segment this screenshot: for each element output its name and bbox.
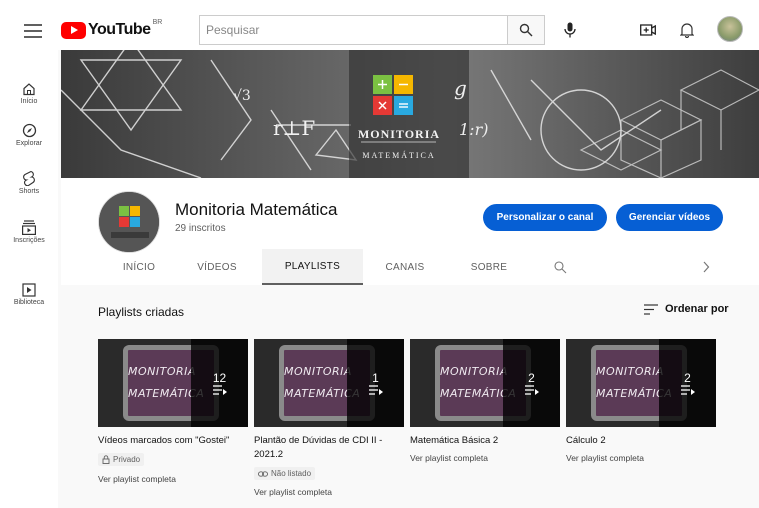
view-full-playlist-link[interactable]: Ver playlist completa [566, 453, 716, 463]
video-count: 12 [212, 371, 227, 385]
video-count: 1 [372, 371, 379, 385]
playlist-icon [212, 385, 227, 395]
thumbnail-text: MONITORIA [596, 365, 664, 378]
badge-label: Não listado [271, 469, 312, 478]
playlist-thumbnail[interactable]: MONITORIA MATEMÁTICA 2 [410, 339, 560, 427]
channel-avatar[interactable] [98, 191, 160, 253]
banner-math-4: 1:r) [459, 120, 488, 139]
privacy-badge: Privado [98, 453, 145, 466]
sidebar-item-label: Inscrições [13, 237, 45, 244]
banner-math-2: r⊥F [273, 116, 315, 140]
sort-icon [644, 303, 658, 315]
playlist-thumbnail[interactable]: MONITORIA MATEMÁTICA 1 [254, 339, 404, 427]
manage-videos-button[interactable]: Gerenciar vídeos [616, 204, 723, 231]
search-input[interactable]: Pesquisar [199, 15, 508, 45]
sidebar-item-home[interactable]: Início [0, 82, 58, 105]
tab-channels[interactable]: CANAIS [375, 249, 435, 285]
create-video-icon[interactable] [638, 20, 658, 40]
top-bar: YouTube BR Pesquisar [0, 0, 759, 50]
playlist-title[interactable]: Matemática Básica 2 [410, 434, 560, 448]
library-icon [22, 283, 36, 297]
home-icon [23, 83, 35, 96]
channel-header: Monitoria Matemática 29 inscritos Person… [61, 178, 759, 285]
sidebar-item-subscriptions[interactable]: Inscrições [0, 220, 58, 244]
playlist-icon [680, 385, 695, 395]
view-full-playlist-link[interactable]: Ver playlist completa [254, 487, 404, 497]
playlist-count-overlay: 1 [347, 339, 404, 427]
link-icon [258, 470, 268, 477]
playlist-count-overlay: 2 [503, 339, 560, 427]
thumbnail-text: MONITORIA [128, 365, 196, 378]
playlist-title[interactable]: Plantão de Dúvidas de CDI II - 2021.2 [254, 434, 404, 462]
country-code: BR [152, 18, 163, 26]
search-icon [519, 23, 533, 37]
logo-text: YouTube [88, 21, 151, 38]
playlist-title[interactable]: Vídeos marcados com "Gostei" [98, 434, 248, 448]
playlist-count-overlay: 12 [191, 339, 248, 427]
thumbnail-text: MONITORIA [284, 365, 352, 378]
tab-about[interactable]: SOBRE [459, 249, 519, 285]
subscriptions-icon [22, 220, 36, 235]
sidebar-item-explore[interactable]: Explorar [0, 123, 58, 147]
playlist-count-overlay: 2 [659, 339, 716, 427]
youtube-logo[interactable]: YouTube BR [61, 19, 162, 41]
sort-button[interactable]: Ordenar por [644, 303, 729, 315]
playlist-card[interactable]: MONITORIA MATEMÁTICA 12 Vídeos marcados … [98, 339, 248, 484]
playlist-thumbnail[interactable]: MONITORIA MATEMÁTICA 12 [98, 339, 248, 427]
sidebar-item-library[interactable]: Biblioteca [0, 283, 58, 306]
channel-logo-icon [99, 192, 159, 252]
playlist-card[interactable]: MONITORIA MATEMÁTICA 2 Matemática Básica… [410, 339, 560, 463]
sidebar-item-label: Início [20, 98, 38, 105]
playlist-title[interactable]: Cálculo 2 [566, 434, 716, 448]
search-button[interactable] [508, 15, 545, 45]
play-icon [61, 21, 86, 39]
banner-brand: MONITORIA [358, 127, 440, 141]
video-count: 2 [528, 371, 535, 385]
tab-home[interactable]: INÍCIO [109, 249, 169, 285]
video-count: 2 [684, 371, 691, 385]
badge-label: Privado [113, 455, 141, 464]
sidebar-item-label: Shorts [18, 188, 40, 195]
playlist-thumbnail[interactable]: MONITORIA MATEMÁTICA 2 [566, 339, 716, 427]
menu-icon[interactable] [24, 24, 42, 38]
thumbnail-text: MONITORIA [440, 365, 508, 378]
sort-label: Ordenar por [665, 303, 729, 315]
playlist-card[interactable]: MONITORIA MATEMÁTICA 1 Plantão de Dúvida… [254, 339, 404, 497]
chevron-right-icon[interactable] [691, 249, 721, 285]
bell-icon[interactable] [677, 20, 697, 40]
account-avatar[interactable] [717, 16, 743, 42]
customize-channel-button[interactable]: Personalizar o canal [483, 204, 607, 231]
sidebar: Início Explorar Shorts Inscrições Biblio… [0, 50, 58, 508]
section-title: Playlists criadas [98, 305, 185, 319]
channel-banner: MONITORIA MATEMÁTICA √3 r⊥F g 1:r) [61, 50, 759, 178]
channel-tabs: INÍCIO VÍDEOS PLAYLISTS CANAIS SOBRE [61, 249, 759, 285]
tab-videos[interactable]: VÍDEOS [187, 249, 247, 285]
sidebar-item-label: Explorar [15, 140, 43, 147]
tab-playlists[interactable]: PLAYLISTS [262, 249, 363, 285]
banner-brand-sub: MATEMÁTICA [362, 150, 435, 160]
view-full-playlist-link[interactable]: Ver playlist completa [98, 474, 248, 484]
youtube-channel-page: YouTube BR Pesquisar Início Explorar Sho… [0, 0, 759, 508]
subscriber-count: 29 inscritos [175, 223, 226, 234]
banner-artwork: MONITORIA MATEMÁTICA √3 r⊥F g 1:r) [61, 50, 759, 178]
view-full-playlist-link[interactable]: Ver playlist completa [410, 453, 560, 463]
compass-icon [22, 123, 36, 138]
microphone-icon[interactable] [560, 20, 580, 40]
sidebar-item-shorts[interactable]: Shorts [0, 170, 58, 195]
playlist-icon [524, 385, 539, 395]
sidebar-item-label: Biblioteca [13, 299, 45, 306]
banner-math-1: √3 [233, 88, 251, 104]
playlists-section: Playlists criadas Ordenar por MONITORIA … [61, 285, 759, 508]
banner-math-3: g [454, 76, 467, 100]
channel-name: Monitoria Matemática [175, 200, 338, 219]
playlist-card[interactable]: MONITORIA MATEMÁTICA 2 Cálculo 2 Ver pla… [566, 339, 716, 463]
lock-icon [102, 455, 110, 464]
privacy-badge: Não listado [254, 467, 316, 480]
playlist-icon [368, 385, 383, 395]
shorts-icon [23, 170, 35, 186]
channel-search-icon[interactable] [545, 249, 575, 285]
